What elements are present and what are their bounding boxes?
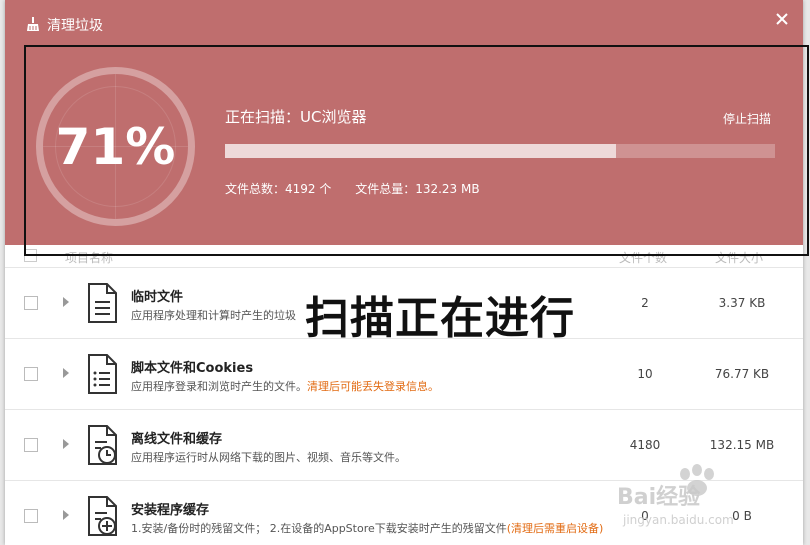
row-checkbox[interactable] — [24, 296, 38, 310]
row-title: 安装程序缓存 — [131, 503, 210, 518]
row-description: 应用程序处理和计算时产生的垃圾 — [131, 309, 296, 322]
broom-icon — [27, 17, 39, 31]
expand-arrow-icon[interactable] — [63, 439, 69, 449]
baidu-watermark: Bai经验 jingyan.baidu.com — [617, 464, 734, 527]
row-description: 应用程序运行时从网络下载的图片、视频、音乐等文件。 — [131, 451, 406, 464]
row-title: 脚本文件和Cookies — [131, 361, 254, 376]
row-title: 离线文件和缓存 — [131, 432, 223, 447]
row-warning: (清理后需重启设备) — [506, 522, 604, 535]
document-icon — [88, 354, 117, 394]
document-clock-icon — [88, 425, 117, 465]
row-count: 4180 — [629, 438, 661, 452]
table-row[interactable]: 脚本文件和Cookies 应用程序登录和浏览时产生的文件。清理后可能丢失登录信息… — [5, 338, 803, 409]
document-icon — [88, 283, 117, 323]
expand-arrow-icon[interactable] — [63, 368, 69, 378]
annotation-box — [24, 45, 809, 256]
row-title: 临时文件 — [131, 290, 184, 305]
window-title: 清理垃圾 — [47, 18, 103, 34]
expand-arrow-icon[interactable] — [63, 297, 69, 307]
row-description: 应用程序登录和浏览时产生的文件。清理后可能丢失登录信息。 — [131, 380, 439, 393]
row-checkbox[interactable] — [24, 367, 38, 381]
row-count: 2 — [641, 296, 649, 310]
title-bar: 清理垃圾 — [5, 0, 803, 44]
row-size: 76.77 KB — [714, 367, 770, 381]
close-icon — [776, 13, 788, 25]
row-size: 3.37 KB — [718, 296, 766, 310]
row-checkbox[interactable] — [24, 509, 38, 523]
row-checkbox[interactable] — [24, 438, 38, 452]
row-size: 132.15 MB — [709, 438, 775, 452]
row-warning: 清理后可能丢失登录信息。 — [307, 380, 439, 393]
watermark-subtext: jingyan.baidu.com — [622, 513, 734, 527]
annotation-caption: 扫描正在进行 — [305, 293, 575, 344]
expand-arrow-icon[interactable] — [63, 510, 69, 520]
row-description: 1.安装/备份时的残留文件； 2.在设备的AppStore下载安装时产生的残留文… — [131, 522, 604, 535]
document-plus-icon — [88, 496, 117, 536]
row-count: 10 — [637, 367, 653, 381]
close-button[interactable] — [773, 12, 791, 30]
watermark-text: Bai经验 — [617, 484, 700, 510]
